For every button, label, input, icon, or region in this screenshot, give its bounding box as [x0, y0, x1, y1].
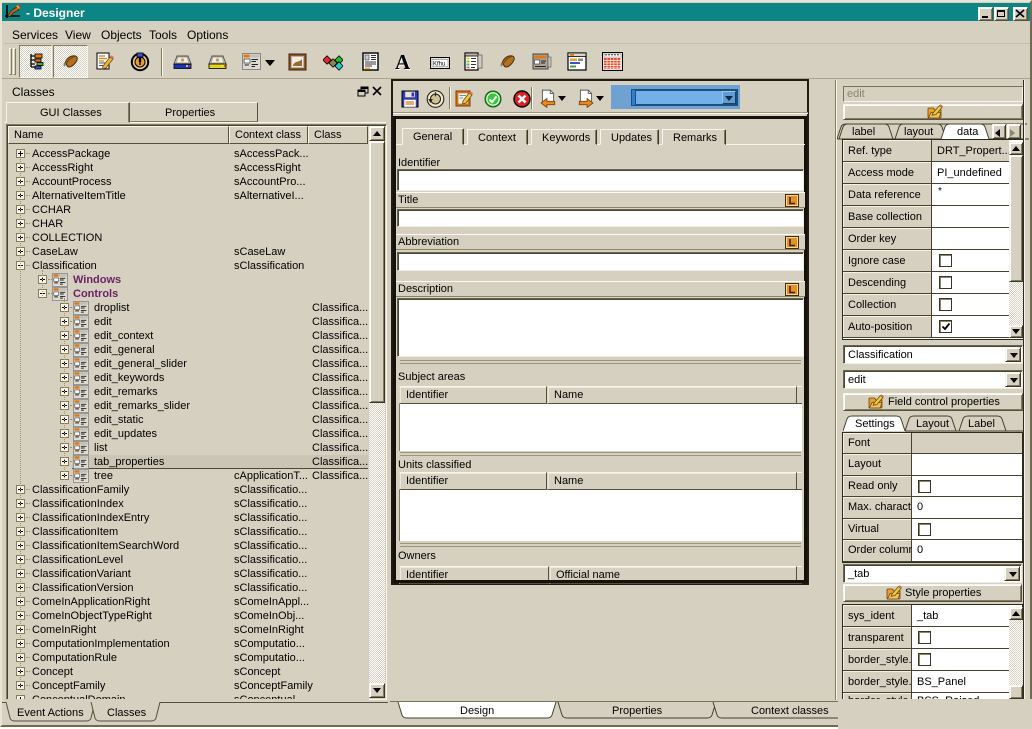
svg-text:Kfhu: Kfhu [433, 62, 445, 68]
